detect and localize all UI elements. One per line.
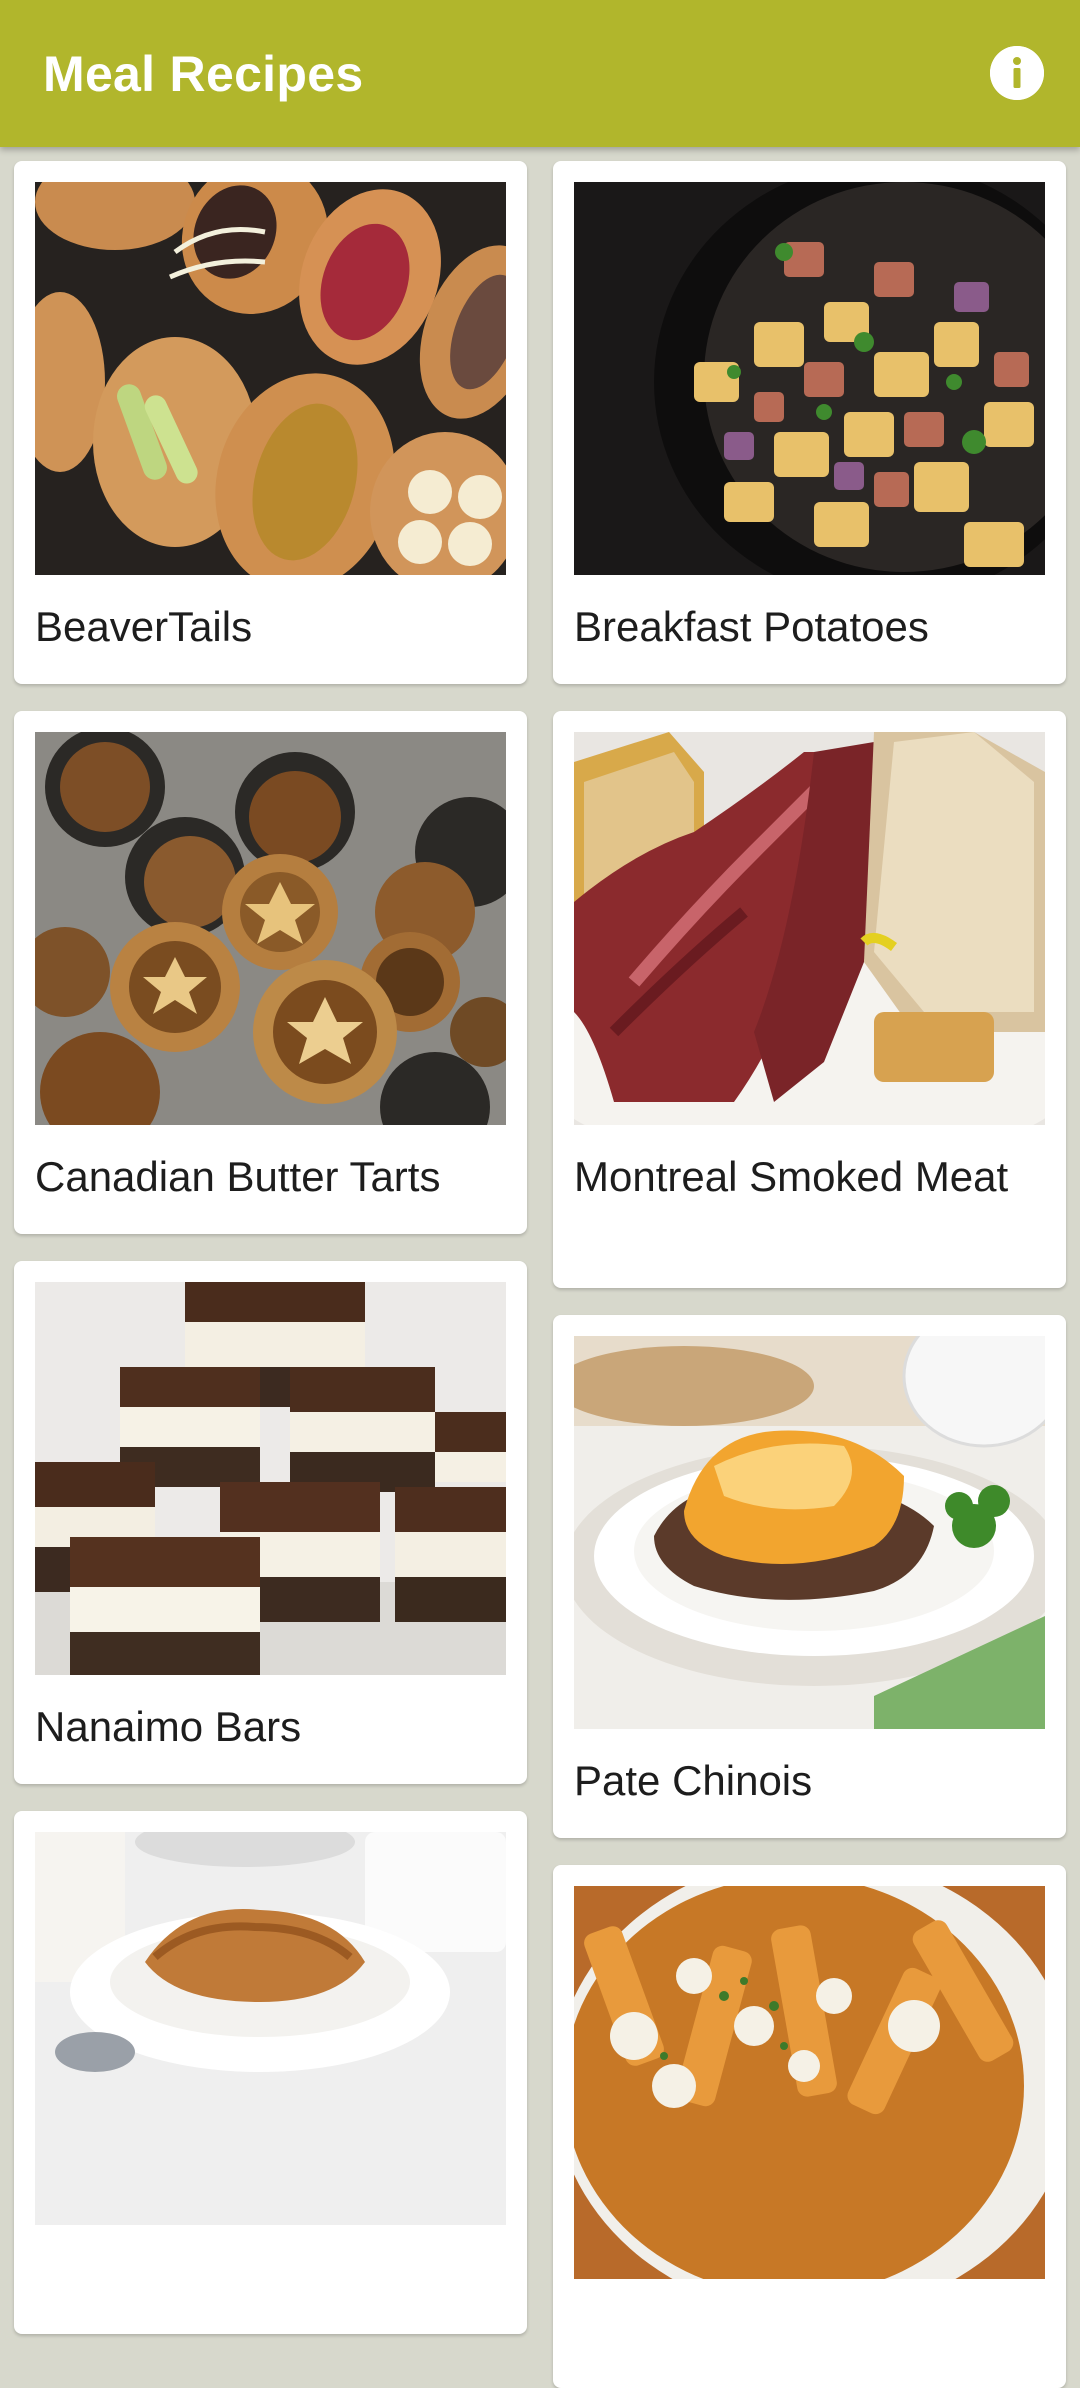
recipe-title: Montreal Smoked Meat [574,1153,1009,1200]
info-button[interactable] [990,46,1044,100]
recipe-card-nanaimo-bars[interactable]: Nanaimo Bars [14,1261,527,1784]
recipe-image-pate-chinois [574,1336,1045,1729]
recipe-image-montreal-smoked-meat [574,732,1045,1125]
recipe-card-pate-chinois[interactable]: Pate Chinois [553,1315,1066,1838]
app-title: Meal Recipes [43,46,364,102]
recipe-title: Pate Chinois [574,1757,813,1804]
recipe-card-breakfast-potatoes[interactable]: Breakfast Potatoes [553,161,1066,684]
recipe-card-beavertails[interactable]: BeaverTails [14,161,527,684]
recipe-title: Nanaimo Bars [35,1703,302,1750]
recipe-card-pudding[interactable] [14,1811,527,2334]
recipe-image-poutine [574,1886,1045,2279]
info-icon [990,46,1044,100]
recipe-image-breakfast-potatoes [574,182,1045,575]
recipe-image-butter-tarts [35,732,506,1125]
recipe-image-pudding [35,1832,506,2225]
recipe-title: Breakfast Potatoes [574,603,929,650]
recipe-card-poutine[interactable] [553,1865,1066,2388]
recipe-title: Canadian Butter Tarts [35,1153,441,1200]
recipe-image-nanaimo-bars [35,1282,506,1675]
app-bar: Meal Recipes [0,0,1080,147]
recipe-image-beavertails [35,182,506,575]
recipe-card-montreal-smoked-meat[interactable]: Montreal Smoked Meat [553,711,1066,1288]
recipe-card-butter-tarts[interactable]: Canadian Butter Tarts [14,711,527,1234]
recipe-title: BeaverTails [35,603,253,650]
